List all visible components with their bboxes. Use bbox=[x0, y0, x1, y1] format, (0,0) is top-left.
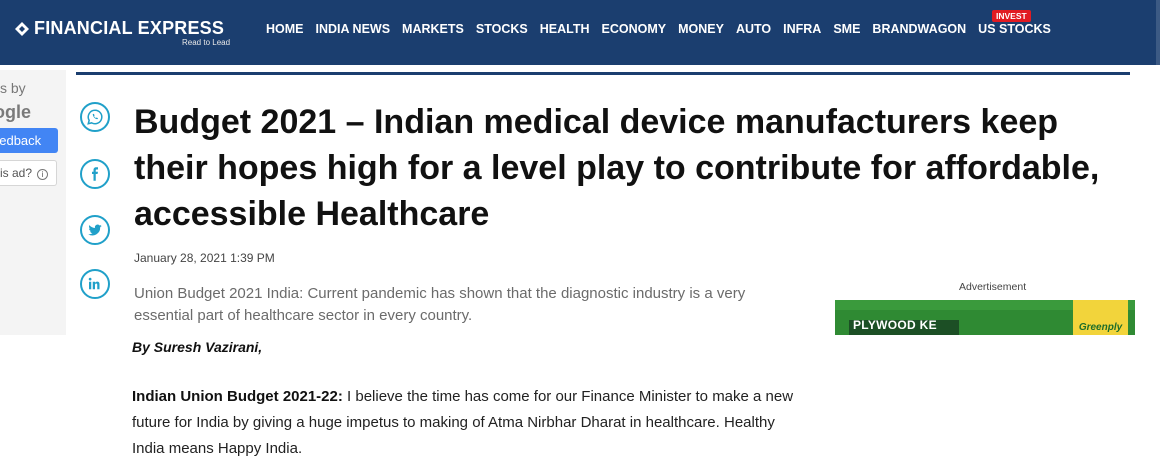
nav-item-auto[interactable]: AUTO bbox=[736, 22, 771, 36]
whatsapp-icon bbox=[87, 109, 103, 125]
invest-badge: INVEST bbox=[992, 10, 1031, 22]
advertisement-label: Advertisement bbox=[959, 281, 1027, 293]
site-logo[interactable]: FINANCIAL EXPRESS Read to Lead bbox=[14, 18, 230, 47]
top-navigation-bar: FINANCIAL EXPRESS Read to Lead HOME INDI… bbox=[0, 0, 1160, 65]
page: FINANCIAL EXPRESS Read to Lead HOME INDI… bbox=[0, 0, 1160, 460]
nav-item-health[interactable]: HEALTH bbox=[540, 22, 590, 36]
nav-item-sme[interactable]: SME bbox=[833, 22, 860, 36]
share-whatsapp-button[interactable] bbox=[80, 102, 110, 132]
ads-by-label: s by bbox=[0, 80, 26, 96]
main-nav: HOME INDIA NEWS MARKETS STOCKS HEALTH EC… bbox=[266, 22, 1063, 36]
article-paragraph: Indian Union Budget 2021-22: I believe t… bbox=[132, 384, 802, 460]
nav-item-brandwagon[interactable]: BRANDWAGON bbox=[872, 22, 966, 36]
nav-item-stocks[interactable]: STOCKS bbox=[476, 22, 528, 36]
nav-item-economy[interactable]: ECONOMY bbox=[602, 22, 667, 36]
nav-item-home[interactable]: HOME bbox=[266, 22, 304, 36]
why-ad-label: is ad? bbox=[0, 166, 33, 180]
send-feedback-button[interactable]: eedback bbox=[0, 128, 58, 153]
article-headline: Budget 2021 – Indian medical device manu… bbox=[134, 103, 1100, 233]
ad-text: PLYWOOD KE bbox=[853, 318, 937, 332]
why-this-ad-button[interactable]: is ad? i bbox=[0, 160, 57, 186]
share-twitter-button[interactable] bbox=[80, 215, 110, 245]
nav-item-infra[interactable]: INFRA bbox=[783, 22, 821, 36]
linkedin-icon bbox=[88, 277, 100, 290]
share-linkedin-button[interactable] bbox=[80, 269, 110, 299]
google-label: ogle bbox=[0, 102, 32, 122]
article-summary: Union Budget 2021 India: Current pandemi… bbox=[134, 285, 746, 324]
nav-item-us-stocks[interactable]: US STOCKS bbox=[978, 22, 1051, 36]
nav-item-markets[interactable]: MARKETS bbox=[402, 22, 464, 36]
nav-item-money[interactable]: MONEY bbox=[678, 22, 724, 36]
nav-item-india-news[interactable]: INDIA NEWS bbox=[316, 22, 391, 36]
logo-text: FINANCIAL EXPRESS bbox=[34, 18, 225, 38]
feedback-label: eedback bbox=[0, 133, 42, 148]
ad-brand: Greenply bbox=[1078, 322, 1123, 333]
twitter-icon bbox=[88, 224, 102, 236]
advertisement-banner[interactable]: PLYWOOD KE Greenply bbox=[835, 300, 1135, 335]
logo-tagline: Read to Lead bbox=[182, 38, 231, 47]
paragraph-lead: Indian Union Budget 2021-22: bbox=[132, 388, 343, 405]
logo-mark-icon bbox=[15, 21, 29, 36]
section-divider bbox=[76, 72, 1130, 75]
share-facebook-button[interactable] bbox=[80, 159, 110, 189]
topbar-edge bbox=[1156, 0, 1160, 65]
facebook-icon bbox=[92, 167, 98, 181]
info-icon: i bbox=[37, 169, 49, 180]
article-date: January 28, 2021 1:39 PM bbox=[134, 251, 275, 265]
article-byline: By Suresh Vazirani, bbox=[132, 339, 263, 355]
